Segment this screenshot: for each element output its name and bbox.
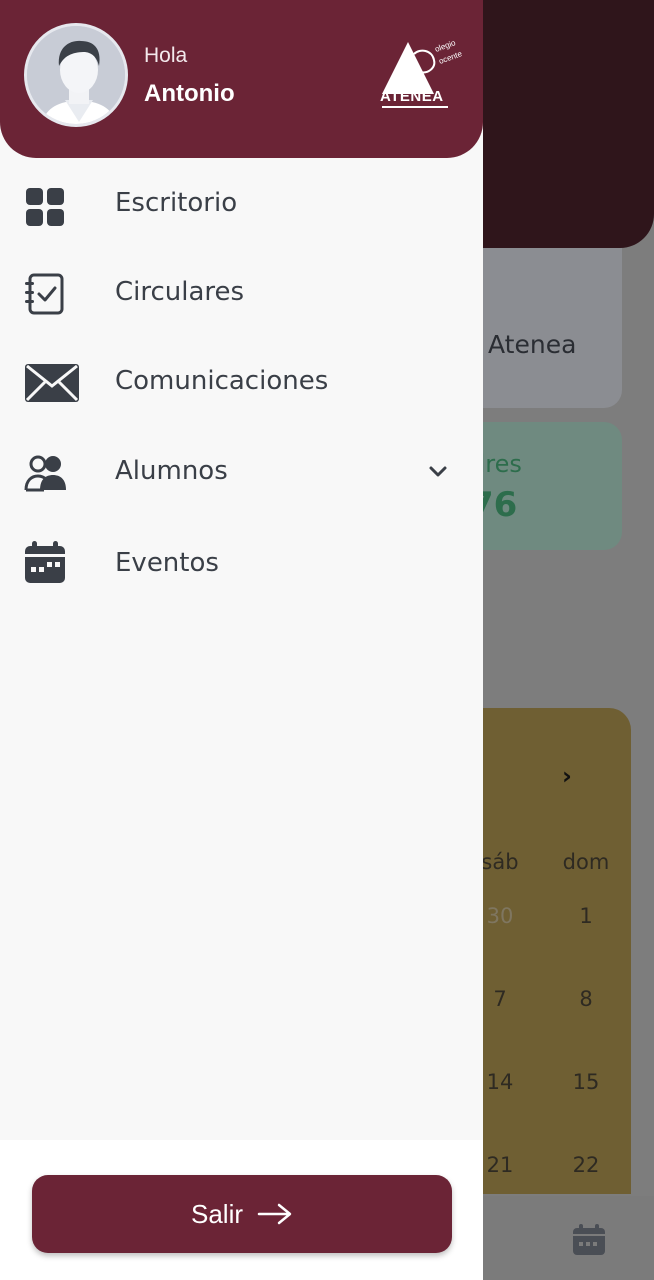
- chevron-down-icon[interactable]: [426, 460, 450, 484]
- menu-label-comunicaciones: Comunicaciones: [115, 366, 329, 396]
- background-school-name: Atenea: [488, 330, 577, 359]
- menu-item-circulares[interactable]: Circulares: [0, 253, 483, 333]
- calendar-day: 15: [572, 1070, 600, 1094]
- calendar-icon: [25, 541, 65, 583]
- user-name: Antonio: [144, 80, 235, 107]
- menu-label-eventos: Eventos: [115, 548, 219, 578]
- calendar-day: 8: [579, 987, 593, 1011]
- menu-label-circulares: Circulares: [115, 277, 245, 307]
- calendar-day: 22: [572, 1153, 600, 1177]
- users-icon: [24, 455, 66, 492]
- navigation-drawer: Hola Antonio olegio ocente ATENEA Escrit…: [0, 0, 483, 1280]
- arrow-right-icon: [257, 1203, 292, 1225]
- menu-item-escritorio[interactable]: Escritorio: [0, 164, 483, 244]
- brand-name: ATENEA: [380, 88, 444, 105]
- calendar-weekday: dom: [562, 850, 610, 874]
- chevron-right-icon: ›: [562, 762, 572, 790]
- checklist-notebook-icon: [25, 273, 64, 315]
- dashboard-grid-icon: [26, 188, 64, 226]
- envelope-icon: [25, 364, 79, 402]
- user-avatar-icon: [24, 23, 128, 127]
- greeting-text: Hola: [144, 44, 188, 67]
- menu-item-alumnos[interactable]: Alumnos: [0, 432, 483, 512]
- menu-label-escritorio: Escritorio: [115, 188, 238, 218]
- logout-button[interactable]: Salir: [32, 1175, 452, 1253]
- drawer-header: Hola Antonio olegio ocente ATENEA: [0, 0, 483, 158]
- menu-item-eventos[interactable]: Eventos: [0, 522, 483, 602]
- menu-item-comunicaciones[interactable]: Comunicaciones: [0, 342, 483, 422]
- menu-label-alumnos: Alumnos: [115, 456, 228, 486]
- logout-label: Salir: [190, 1198, 243, 1229]
- calendar-day: 1: [579, 904, 593, 928]
- calendar-icon: [573, 1224, 605, 1255]
